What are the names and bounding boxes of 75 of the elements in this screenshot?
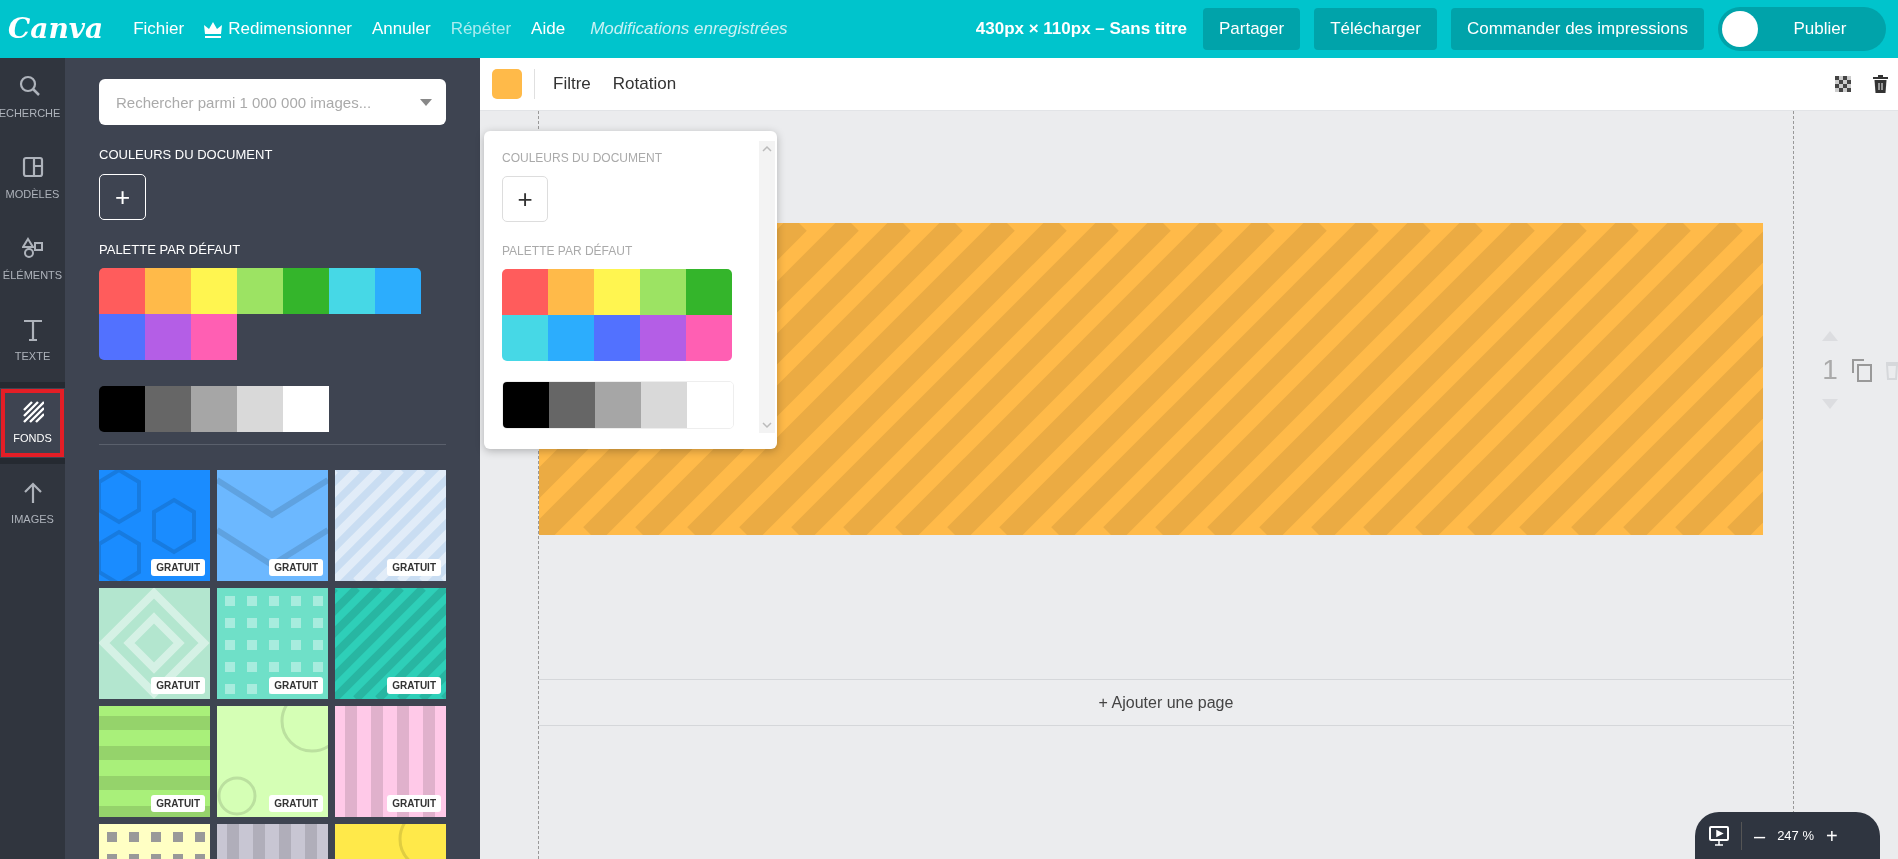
color-swatch[interactable] [502,315,548,361]
free-label: GRATUIT [151,677,205,694]
color-picker-button[interactable] [492,69,522,99]
zoom-level: 247 % [1777,826,1814,845]
color-swatch[interactable] [145,386,191,432]
toolbar-button[interactable]: Télécharger [1314,8,1437,50]
color-swatch[interactable] [548,315,594,361]
scroll-up-icon[interactable] [762,145,772,153]
color-swatch[interactable] [237,386,283,432]
color-swatch[interactable] [237,268,283,314]
color-swatch[interactable] [549,382,595,428]
color-swatch[interactable] [329,268,375,314]
color-swatch[interactable] [595,382,641,428]
scroll-down-icon[interactable] [762,421,772,429]
color-swatch[interactable] [99,268,145,314]
transparency-icon[interactable] [1835,76,1851,92]
crown-icon [204,20,223,38]
publish-toggle[interactable]: Publier [1718,7,1886,51]
zoom-in-button[interactable]: + [1826,825,1838,846]
color-swatch[interactable] [503,382,549,428]
color-swatch[interactable] [375,268,421,314]
free-label: GRATUIT [387,677,441,694]
color-swatch[interactable] [594,269,640,315]
color-swatch[interactable] [502,269,548,315]
color-swatch[interactable] [145,268,191,314]
free-label: GRATUIT [269,795,323,812]
zoom-out-button[interactable]: – [1754,825,1766,846]
color-swatch[interactable] [191,268,237,314]
free-label: GRATUIT [151,559,205,576]
color-swatch[interactable] [99,386,145,432]
sidebar-tab[interactable]: IMAGES [0,464,65,545]
text-icon [21,318,44,343]
color-swatch[interactable] [191,314,237,360]
color-swatch[interactable] [640,315,686,361]
duplicate-icon[interactable] [1852,358,1872,382]
section-title: PALETTE PAR DÉFAUT [99,240,242,259]
color-swatch[interactable] [283,386,329,432]
color-swatch[interactable] [283,268,329,314]
toolbar-button[interactable]: Partager [1203,8,1301,50]
stripes-icon [21,399,44,424]
page-number: 1 [1822,353,1838,387]
color-swatch[interactable] [99,314,145,360]
free-label: GRATUIT [269,677,323,694]
free-label: GRATUIT [387,795,441,812]
document-title: 430px × 110px – Sans titre [975,18,1187,41]
add-page-button[interactable]: + Ajouter une page [539,679,1793,726]
color-swatch[interactable] [594,315,640,361]
color-swatch[interactable] [548,269,594,315]
color-swatch[interactable] [145,314,191,360]
toolbar-button[interactable]: Commander des impressions [1450,8,1704,50]
sidebar-tab[interactable]: MODÈLES [0,139,65,220]
sidebar-tab[interactable]: TEXTE [0,301,65,382]
search-field[interactable]: Rechercher parmi 1 000 000 images... [99,79,446,125]
section-title: COULEURS DU DOCUMENT [502,150,663,167]
section-title: COULEURS DU DOCUMENT [99,146,274,164]
sidebar-tab[interactable]: ECHERCHE [0,58,65,139]
save-status: Modifications enregistrées [590,18,788,41]
free-label: GRATUIT [269,559,323,576]
toolbar-item[interactable]: Filtre [547,70,597,98]
trash-icon[interactable] [1873,75,1888,93]
toolbar-item[interactable]: Rotation [606,70,683,98]
color-swatch[interactable] [686,269,732,315]
sidebar-tab[interactable]: FONDS [0,388,65,458]
color-swatch[interactable] [191,386,237,432]
color-swatch[interactable] [641,382,687,428]
color-swatch[interactable] [686,315,732,361]
free-label: GRATUIT [387,559,441,576]
dropdown-caret-icon[interactable] [420,99,432,106]
color-swatch[interactable] [640,269,686,315]
section-title: PALETTE PAR DÉFAUT [502,242,634,260]
free-label: GRATUIT [151,795,205,812]
add-color-button[interactable]: + [99,173,146,220]
add-color-button[interactable]: + [502,176,548,222]
sidebar-tab[interactable]: ÉLÉMENTS [0,220,65,301]
presentation-icon[interactable] [1709,825,1729,846]
